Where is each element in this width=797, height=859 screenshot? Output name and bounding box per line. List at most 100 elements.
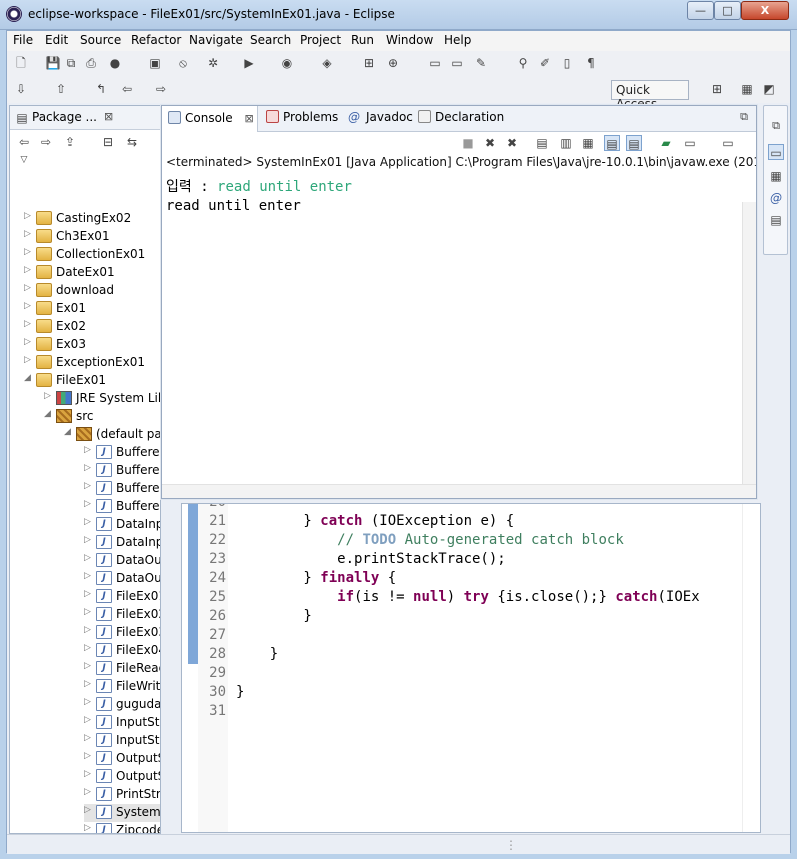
tab-declaration[interactable]: Declaration: [418, 110, 504, 124]
tree-item[interactable]: ◢ (default pac: [64, 426, 160, 444]
package-explorer-tab[interactable]: ▤ Package ... ⊠: [10, 106, 160, 130]
block-select-icon[interactable]: ▯: [559, 55, 575, 71]
tree-collapsed-icon[interactable]: ▷: [84, 445, 94, 455]
tree-item[interactable]: ▷ CastingEx02: [24, 210, 160, 228]
console-output[interactable]: 입력 : read until enter read until enter: [166, 176, 352, 214]
tree-collapsed-icon[interactable]: ▷: [24, 211, 34, 221]
minimize-view-icon[interactable]: ⧉: [736, 109, 752, 125]
menu-project[interactable]: Project: [300, 33, 341, 47]
tree-collapsed-icon[interactable]: ▷: [24, 265, 34, 275]
javadoc-icon[interactable]: @: [768, 190, 784, 206]
tab-console[interactable]: Console ⊠: [162, 106, 258, 132]
tree-collapsed-icon[interactable]: ▷: [84, 481, 94, 491]
link-editor-icon[interactable]: ⇆: [124, 134, 140, 150]
debug-icon[interactable]: ✲: [205, 55, 221, 71]
save-all-icon[interactable]: ⧉: [63, 55, 79, 71]
show-stdout-icon[interactable]: ▤: [604, 135, 620, 151]
tree-expanded-icon[interactable]: ◢: [24, 373, 34, 383]
tree-collapsed-icon[interactable]: ▷: [84, 823, 94, 833]
pin-console-icon[interactable]: ▰: [658, 135, 674, 151]
tree-item[interactable]: ▷J OutputSt: [84, 768, 160, 786]
tree-item[interactable]: ▷J FileEx02.: [84, 606, 160, 624]
problems-icon[interactable]: ▦: [768, 168, 784, 184]
back-icon[interactable]: ⇦: [16, 134, 32, 150]
terminate-icon[interactable]: ■: [460, 135, 476, 151]
view-menu-icon[interactable]: ▽: [16, 152, 32, 168]
tree-item[interactable]: ▷ JRE System Libr: [44, 390, 160, 408]
new-java-class-icon[interactable]: ⊕: [385, 55, 401, 71]
tree-item[interactable]: ▷J Buffered: [84, 444, 160, 462]
close-icon[interactable]: ⊠: [244, 112, 253, 125]
tree-item[interactable]: ▷J SystemIn: [84, 804, 160, 822]
java-perspective-icon[interactable]: ◩: [761, 81, 777, 97]
menu-file[interactable]: File: [13, 33, 33, 47]
tree-item[interactable]: ▷J FileEx03.: [84, 624, 160, 642]
menu-search[interactable]: Search: [250, 33, 291, 47]
tree-item[interactable]: ▷ Ex03: [24, 336, 160, 354]
tree-collapsed-icon[interactable]: ▷: [84, 805, 94, 815]
close-button[interactable]: X: [741, 1, 789, 20]
tree-item[interactable]: ▷J FileEx04.: [84, 642, 160, 660]
search-icon[interactable]: ✎: [473, 55, 489, 71]
annotation-icon[interactable]: ✐: [537, 55, 553, 71]
tree-item[interactable]: ◢ src: [44, 408, 160, 426]
display-console-icon[interactable]: ▭: [682, 135, 698, 151]
whitespace-icon[interactable]: ¶: [583, 55, 599, 71]
scroll-lock-icon[interactable]: ▥: [558, 135, 574, 151]
tree-collapsed-icon[interactable]: ▷: [84, 679, 94, 689]
forward-icon[interactable]: ⇨: [38, 134, 54, 150]
tree-item[interactable]: ▷J Buffered: [84, 498, 160, 516]
tree-item[interactable]: ▷J InputStre: [84, 732, 160, 750]
tab-problems[interactable]: Problems: [266, 110, 338, 124]
up-icon[interactable]: ⇪: [62, 134, 78, 150]
quick-access-input[interactable]: Quick Access: [611, 80, 689, 111]
tree-collapsed-icon[interactable]: ▷: [84, 769, 94, 779]
tree-item[interactable]: ▷J FileReade: [84, 660, 160, 678]
tree-item[interactable]: ▷J FileWriter: [84, 678, 160, 696]
close-icon[interactable]: ⊠: [104, 110, 113, 123]
tree-collapsed-icon[interactable]: ▷: [24, 319, 34, 329]
open-perspective-icon[interactable]: ⊞: [709, 81, 725, 97]
tree-collapsed-icon[interactable]: ▷: [84, 625, 94, 635]
open-type-icon[interactable]: ▭: [427, 55, 443, 71]
tree-item[interactable]: ▷J DataOutp: [84, 552, 160, 570]
coverage-icon[interactable]: ◉: [279, 55, 295, 71]
remove-launch-icon[interactable]: ✖: [482, 135, 498, 151]
tree-expanded-icon[interactable]: ◢: [64, 427, 74, 437]
tree-item[interactable]: ▷J OutputSt: [84, 750, 160, 768]
code-editor[interactable]: 20 21 } catch (IOException e) {22 // TODO…: [181, 503, 761, 833]
prev-annotation-icon[interactable]: ⇧: [53, 81, 69, 97]
tree-item[interactable]: ▷Jgugudan: [84, 696, 160, 714]
show-stderr-icon[interactable]: ▤: [626, 135, 642, 151]
tree-collapsed-icon[interactable]: ▷: [84, 589, 94, 599]
tree-item[interactable]: ▷ ExceptionEx01: [24, 354, 160, 372]
remove-all-icon[interactable]: ✖: [504, 135, 520, 151]
restore-icon[interactable]: ⧉: [768, 118, 784, 134]
profile-icon[interactable]: ●: [107, 55, 123, 71]
next-annotation-icon[interactable]: ⇩: [13, 81, 29, 97]
new-java-package-icon[interactable]: ⊞: [361, 55, 377, 71]
tree-collapsed-icon[interactable]: ▷: [84, 787, 94, 797]
breakpoint-icon[interactable]: ⦸: [175, 55, 191, 71]
tree-item[interactable]: ▷J Buffered: [84, 480, 160, 498]
tree-item[interactable]: ▷ CollectionEx01: [24, 246, 160, 264]
declaration-icon[interactable]: ▤: [768, 212, 784, 228]
menu-source[interactable]: Source: [80, 33, 121, 47]
forward-icon[interactable]: ⇨: [153, 81, 169, 97]
open-folder-icon[interactable]: ▭: [449, 55, 465, 71]
tree-collapsed-icon[interactable]: ▷: [24, 247, 34, 257]
print-icon[interactable]: ⎙: [83, 55, 99, 71]
menu-window[interactable]: Window: [386, 33, 433, 47]
horizontal-scrollbar[interactable]: [162, 484, 756, 498]
tree-item[interactable]: ▷J DataInpu: [84, 534, 160, 552]
tree-collapsed-icon[interactable]: ▷: [24, 229, 34, 239]
external-tools-icon[interactable]: ◈: [319, 55, 335, 71]
tree-item[interactable]: ▷J InputStre: [84, 714, 160, 732]
new-icon[interactable]: 🗋: [13, 55, 29, 71]
tree-collapsed-icon[interactable]: ▷: [84, 661, 94, 671]
minimize-button[interactable]: —: [687, 1, 714, 20]
tree-collapsed-icon[interactable]: ▷: [24, 337, 34, 347]
tree-item[interactable]: ▷J DataInpu: [84, 516, 160, 534]
maximize-button[interactable]: □: [714, 1, 741, 20]
tree-collapsed-icon[interactable]: ▷: [84, 553, 94, 563]
